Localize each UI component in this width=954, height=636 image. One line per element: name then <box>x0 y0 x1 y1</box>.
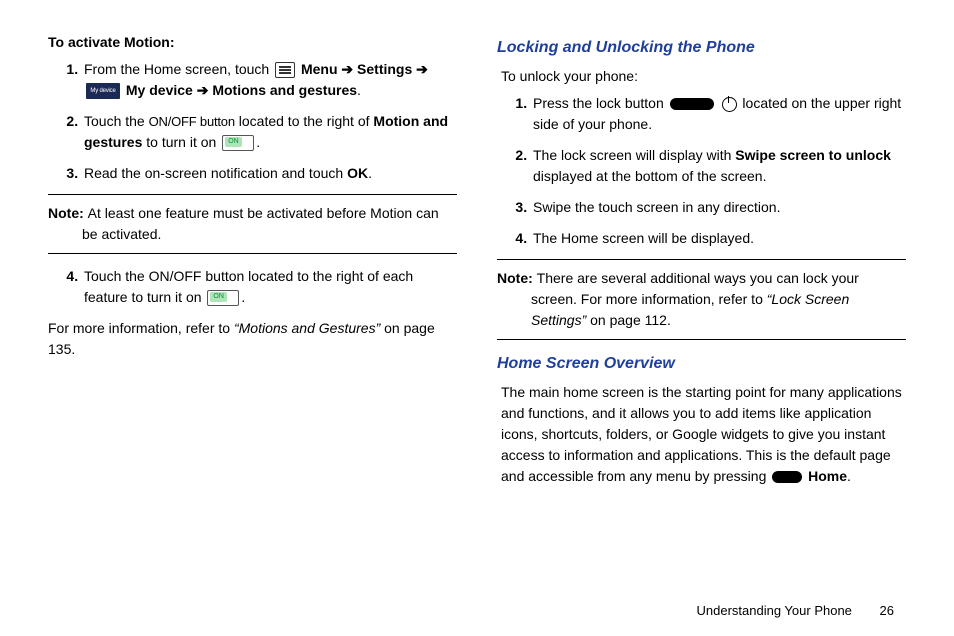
step2-text-a: Touch the <box>84 113 149 129</box>
motion-step-1: From the Home screen, touch Menu ➔ Setti… <box>82 59 457 101</box>
note-label: Note: <box>48 205 88 221</box>
step1-mydevice-label: My device <box>126 82 193 98</box>
menu-icon <box>275 62 295 78</box>
ok-label: OK <box>347 165 368 181</box>
home-label: Home <box>808 468 847 484</box>
unlock-steps-list: Press the lock button located on the upp… <box>497 93 906 249</box>
moreinfo-a: For more information, refer to <box>48 320 234 336</box>
step4-text: Touch the ON/OFF button located to the r… <box>84 268 413 305</box>
note-label: Note: <box>497 270 537 286</box>
period: . <box>241 289 245 305</box>
home-overview-text: The main home screen is the starting poi… <box>501 382 906 487</box>
lock-note: Note: There are several additional ways … <box>497 259 906 340</box>
toggle-on-icon <box>207 290 239 306</box>
u2-b: displayed at the bottom of the screen. <box>533 168 766 184</box>
unlock-step-2: The lock screen will display with Swipe … <box>531 145 906 187</box>
toggle-on-icon <box>222 135 254 151</box>
mydevice-icon <box>86 83 120 99</box>
period: . <box>256 134 260 150</box>
step1-settings-label: Settings <box>357 61 412 77</box>
step1-text-a: From the Home screen, touch <box>84 61 273 77</box>
note-b: on page 112. <box>586 312 671 328</box>
page-content: To activate Motion: From the Home screen… <box>48 32 906 487</box>
locking-heading: Locking and Unlocking the Phone <box>497 36 906 60</box>
u2-a: The lock screen will display with <box>533 147 735 163</box>
more-info-line: For more information, refer to “Motions … <box>48 318 457 360</box>
step1-menu-label: Menu <box>301 61 338 77</box>
period: . <box>357 82 361 98</box>
motion-note: Note: At least one feature must be activ… <box>48 194 457 254</box>
onoff-label: ON/OFF button <box>149 114 235 129</box>
right-column: Locking and Unlocking the Phone To unloc… <box>497 32 906 487</box>
u1-a: Press the lock button <box>533 95 668 111</box>
unlock-step-4: The Home screen will be displayed. <box>531 228 906 249</box>
activate-motion-heading: To activate Motion: <box>48 32 457 53</box>
power-icon <box>722 97 737 112</box>
step2-text-c: to turn it on <box>142 134 220 150</box>
arrow-icon: ➔ <box>416 61 428 77</box>
left-column: To activate Motion: From the Home screen… <box>48 32 457 487</box>
unlock-step-3: Swipe the touch screen in any direction. <box>531 197 906 218</box>
footer-page-number: 26 <box>880 603 894 618</box>
period: . <box>847 468 851 484</box>
period: . <box>368 165 372 181</box>
note-line: Note: At least one feature must be activ… <box>48 203 457 245</box>
arrow-icon: ➔ <box>341 61 353 77</box>
footer-section: Understanding Your Phone <box>697 603 852 618</box>
motion-step-4: Touch the ON/OFF button located to the r… <box>82 266 457 308</box>
unlock-step-1: Press the lock button located on the upp… <box>531 93 906 135</box>
moreinfo-ref: “Motions and Gestures” <box>234 320 380 336</box>
motion-steps-list: From the Home screen, touch Menu ➔ Setti… <box>48 59 457 184</box>
arrow-icon: ➔ <box>197 82 209 98</box>
motion-step-2: Touch the ON/OFF button located to the r… <box>82 111 457 153</box>
step2-text-b: located to the right of <box>235 113 374 129</box>
step3-text-a: Read the on-screen notification and touc… <box>84 165 347 181</box>
note-body: At least one feature must be activated b… <box>82 205 439 242</box>
unlock-intro: To unlock your phone: <box>501 66 906 87</box>
page-footer: Understanding Your Phone 26 <box>697 603 895 618</box>
motion-step-3: Read the on-screen notification and touc… <box>82 163 457 184</box>
swipe-label: Swipe screen to unlock <box>735 147 891 163</box>
step1-motions-label: Motions and gestures <box>212 82 357 98</box>
lock-button-icon <box>670 98 714 110</box>
motion-steps-list-cont: Touch the ON/OFF button located to the r… <box>48 266 457 308</box>
home-overview-heading: Home Screen Overview <box>497 352 906 376</box>
home-button-icon <box>772 471 802 483</box>
note-line: Note: There are several additional ways … <box>497 268 906 331</box>
